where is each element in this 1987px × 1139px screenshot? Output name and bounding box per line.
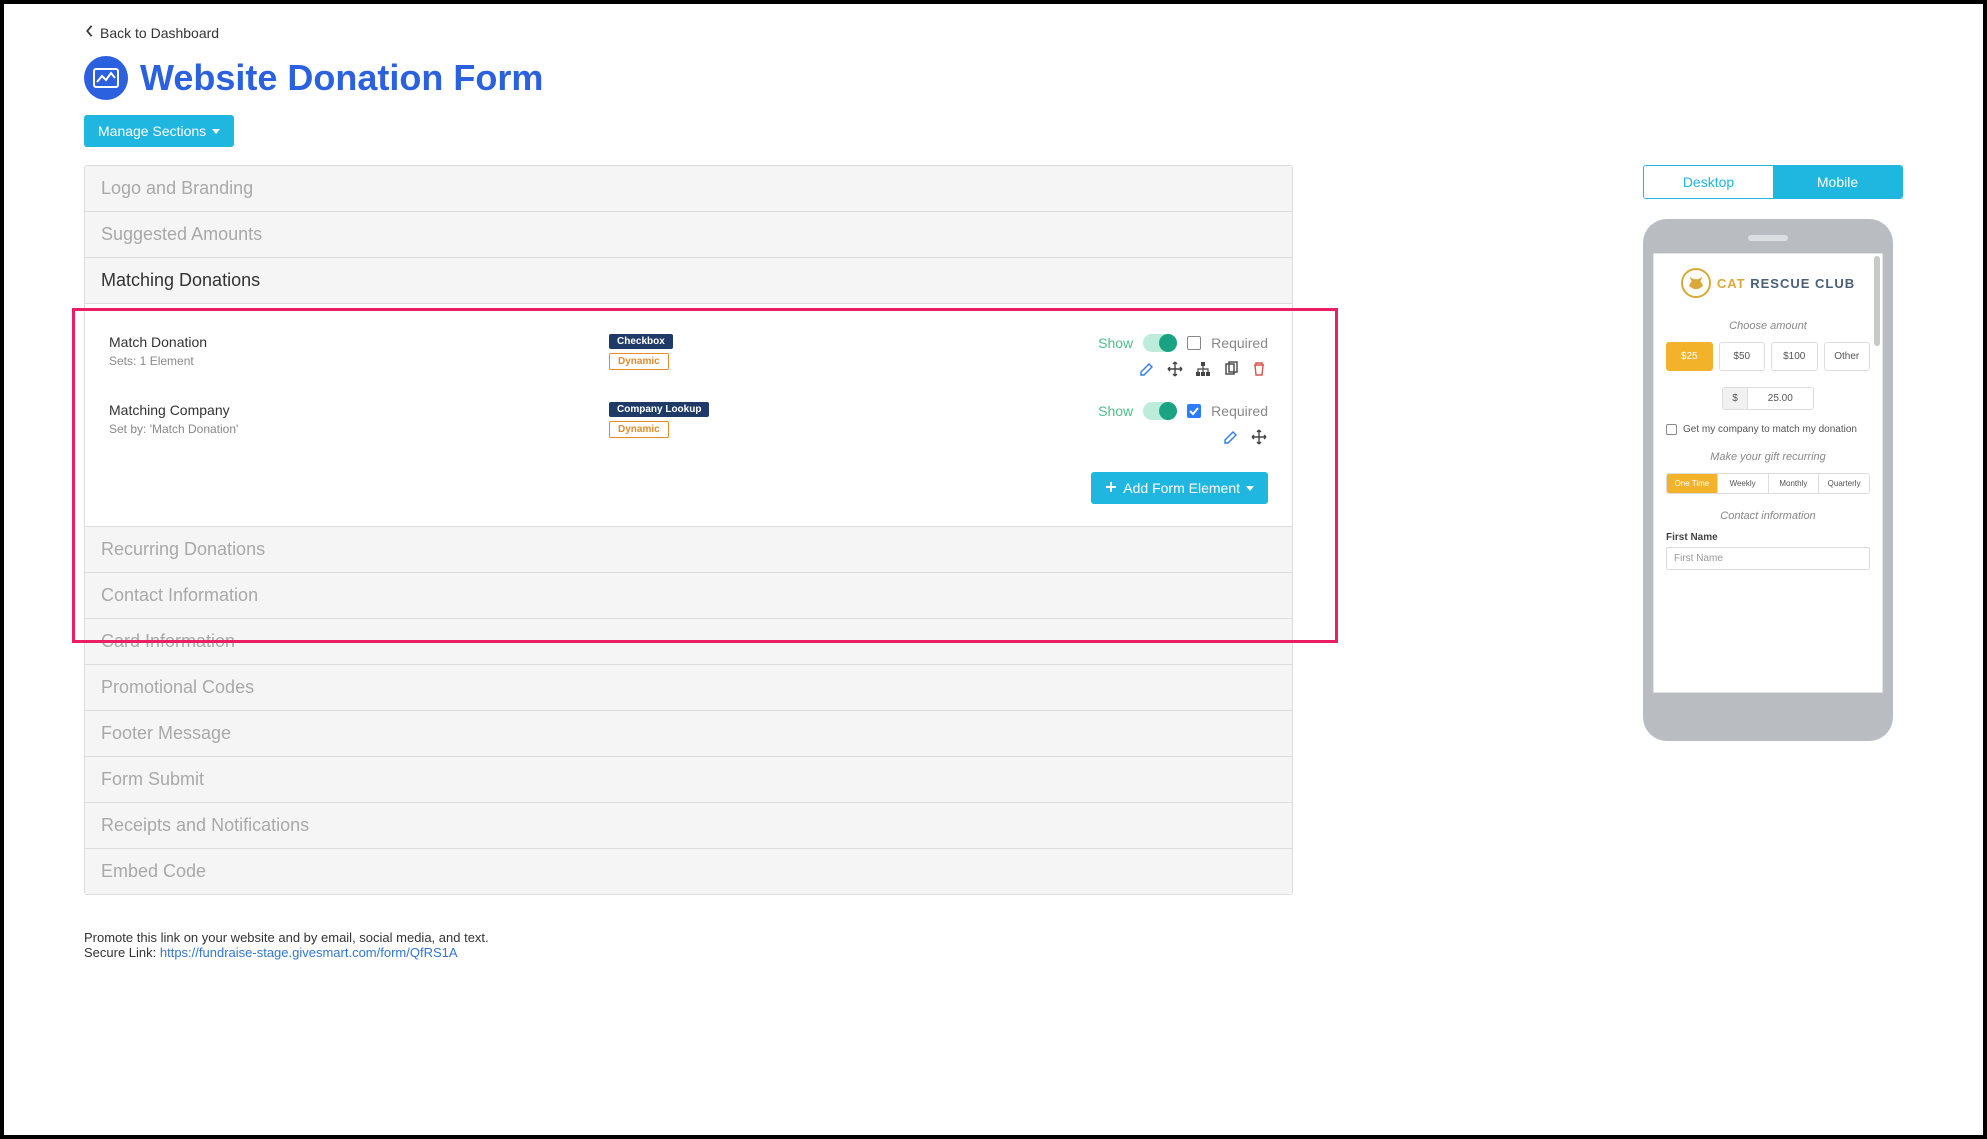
- section-logo-branding[interactable]: Logo and Branding: [85, 166, 1292, 211]
- back-to-dashboard-link[interactable]: Back to Dashboard: [84, 24, 219, 41]
- amount-option-other[interactable]: Other: [1824, 342, 1871, 371]
- manage-sections-button[interactable]: Manage Sections: [84, 115, 234, 147]
- show-toggle[interactable]: [1143, 334, 1177, 352]
- element-sub: Sets: 1 Element: [109, 354, 609, 368]
- move-icon[interactable]: [1166, 360, 1184, 378]
- promo-note: Promote this link on your website and by…: [84, 930, 1293, 960]
- tree-icon[interactable]: [1194, 360, 1212, 378]
- dynamic-tag: Dynamic: [609, 421, 669, 438]
- section-receipts-notifications[interactable]: Receipts and Notifications: [85, 802, 1292, 848]
- show-label: Show: [1098, 403, 1133, 419]
- chevron-left-icon: [84, 24, 94, 41]
- phone-preview-frame: CAT RESCUE CLUB Choose amount $25 $50 $1…: [1643, 219, 1893, 741]
- section-recurring-donations[interactable]: Recurring Donations: [85, 526, 1292, 572]
- edit-icon[interactable]: [1138, 360, 1156, 378]
- back-link-label: Back to Dashboard: [100, 25, 219, 41]
- section-embed-code[interactable]: Embed Code: [85, 848, 1292, 894]
- copy-icon[interactable]: [1222, 360, 1240, 378]
- recur-weekly[interactable]: Weekly: [1718, 474, 1769, 493]
- preview-org-name: CAT RESCUE CLUB: [1717, 276, 1855, 291]
- sections-panel: Logo and Branding Suggested Amounts Matc…: [84, 165, 1293, 895]
- amount-value: 25.00: [1748, 388, 1813, 409]
- recur-monthly[interactable]: Monthly: [1769, 474, 1820, 493]
- section-matching-donations[interactable]: Matching Donations: [85, 257, 1292, 303]
- amount-input[interactable]: $ 25.00: [1722, 387, 1814, 410]
- manage-sections-label: Manage Sections: [98, 123, 206, 139]
- section-footer-message[interactable]: Footer Message: [85, 710, 1292, 756]
- preview-match-checkbox[interactable]: [1666, 424, 1677, 435]
- phone-speaker-icon: [1748, 235, 1788, 241]
- caret-down-icon: [212, 129, 220, 134]
- show-label: Show: [1098, 335, 1133, 351]
- dynamic-tag: Dynamic: [609, 353, 669, 370]
- form-icon: [84, 56, 128, 100]
- required-checkbox[interactable]: [1187, 336, 1201, 350]
- section-contact-information[interactable]: Contact Information: [85, 572, 1292, 618]
- scrollbar[interactable]: [1874, 256, 1880, 346]
- section-promotional-codes[interactable]: Promotional Codes: [85, 664, 1292, 710]
- form-element-matching-company: Matching Company Set by: 'Match Donation…: [109, 396, 1268, 464]
- preview-logo: CAT RESCUE CLUB: [1666, 268, 1870, 298]
- preview-choose-amount-label: Choose amount: [1666, 320, 1870, 332]
- move-icon[interactable]: [1250, 428, 1268, 446]
- first-name-input[interactable]: First Name: [1666, 547, 1870, 570]
- required-checkbox[interactable]: [1187, 404, 1201, 418]
- secure-link-label: Secure Link:: [84, 945, 160, 960]
- required-label: Required: [1211, 335, 1268, 351]
- secure-link[interactable]: https://fundraise-stage.givesmart.com/fo…: [160, 945, 458, 960]
- section-form-submit[interactable]: Form Submit: [85, 756, 1292, 802]
- amount-option-100[interactable]: $100: [1771, 342, 1818, 371]
- add-form-element-label: Add Form Element: [1123, 480, 1240, 496]
- element-name: Match Donation: [109, 334, 609, 350]
- show-toggle[interactable]: [1143, 402, 1177, 420]
- type-tag: Checkbox: [609, 334, 673, 349]
- recur-quarterly[interactable]: Quarterly: [1819, 474, 1869, 493]
- edit-icon[interactable]: [1222, 428, 1240, 446]
- phone-screen: CAT RESCUE CLUB Choose amount $25 $50 $1…: [1653, 253, 1883, 693]
- amount-option-25[interactable]: $25: [1666, 342, 1713, 371]
- section-suggested-amounts[interactable]: Suggested Amounts: [85, 211, 1292, 257]
- promo-text: Promote this link on your website and by…: [84, 930, 1293, 945]
- type-tag: Company Lookup: [609, 402, 709, 417]
- element-sub: Set by: 'Match Donation': [109, 422, 609, 436]
- plus-icon: [1105, 480, 1117, 496]
- preview-match-label: Get my company to match my donation: [1683, 424, 1857, 435]
- caret-down-icon: [1246, 486, 1254, 491]
- preview-recur-label: Make your gift recurring: [1666, 451, 1870, 463]
- first-name-label: First Name: [1666, 532, 1870, 543]
- currency-symbol: $: [1723, 388, 1748, 409]
- page-title: Website Donation Form: [140, 57, 543, 99]
- element-name: Matching Company: [109, 402, 609, 418]
- delete-icon[interactable]: [1250, 360, 1268, 378]
- recur-one-time[interactable]: One Time: [1667, 474, 1718, 493]
- required-label: Required: [1211, 403, 1268, 419]
- amount-option-50[interactable]: $50: [1719, 342, 1766, 371]
- view-tabs: Desktop Mobile: [1643, 165, 1903, 199]
- preview-contact-label: Contact information: [1666, 510, 1870, 522]
- tab-desktop[interactable]: Desktop: [1644, 166, 1773, 198]
- matching-donations-body: Match Donation Sets: 1 Element Checkbox …: [85, 303, 1292, 526]
- tab-mobile[interactable]: Mobile: [1773, 166, 1902, 198]
- add-form-element-button[interactable]: Add Form Element: [1091, 472, 1268, 504]
- cat-logo-icon: [1681, 268, 1711, 298]
- form-element-match-donation: Match Donation Sets: 1 Element Checkbox …: [109, 328, 1268, 396]
- section-card-information[interactable]: Card Information: [85, 618, 1292, 664]
